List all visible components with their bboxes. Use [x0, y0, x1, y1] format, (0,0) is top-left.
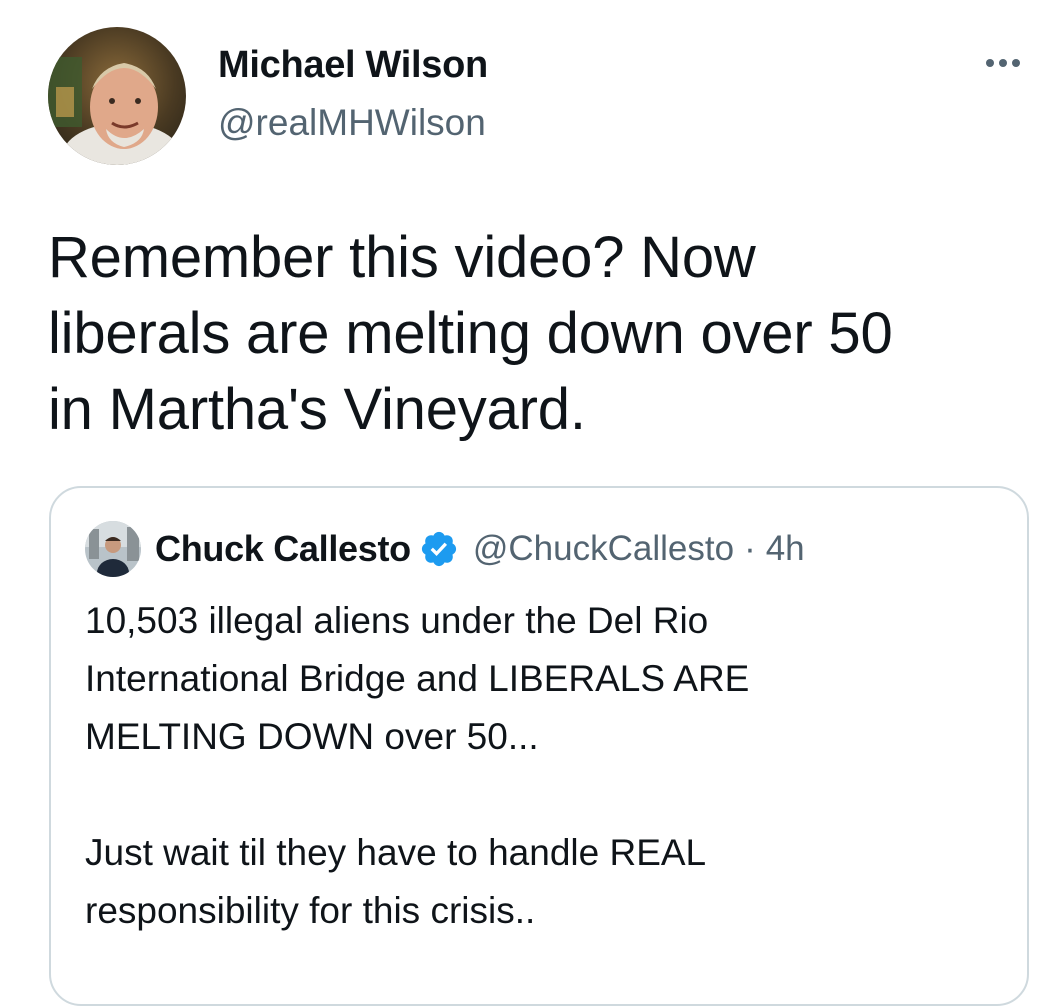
separator-dot: ·: [744, 529, 756, 568]
quoted-tweet-text: 10,503 illegal aliens under the Del Rio …: [85, 600, 750, 931]
tweet-text: Remember this video? Now liberals are me…: [48, 225, 893, 442]
verified-badge-icon: [419, 529, 459, 569]
more-horizontal-icon: [986, 59, 1020, 67]
author-handle[interactable]: @realMHWilson: [218, 100, 486, 146]
quoted-author-name[interactable]: Chuck Callesto: [155, 528, 411, 570]
quoted-tweet-card[interactable]: Chuck Callesto @ChuckCallesto · 4h 10,50…: [49, 486, 1029, 1006]
quoted-tweet-timestamp[interactable]: 4h: [766, 529, 805, 569]
author-name[interactable]: Michael Wilson: [218, 42, 488, 88]
quoted-author-avatar[interactable]: [85, 521, 141, 577]
more-options-button[interactable]: [972, 46, 1032, 80]
quoted-author-handle[interactable]: @ChuckCallesto: [473, 529, 734, 569]
author-avatar[interactable]: [48, 27, 186, 165]
quoted-tweet-header: Chuck Callesto @ChuckCallesto · 4h: [155, 526, 805, 572]
